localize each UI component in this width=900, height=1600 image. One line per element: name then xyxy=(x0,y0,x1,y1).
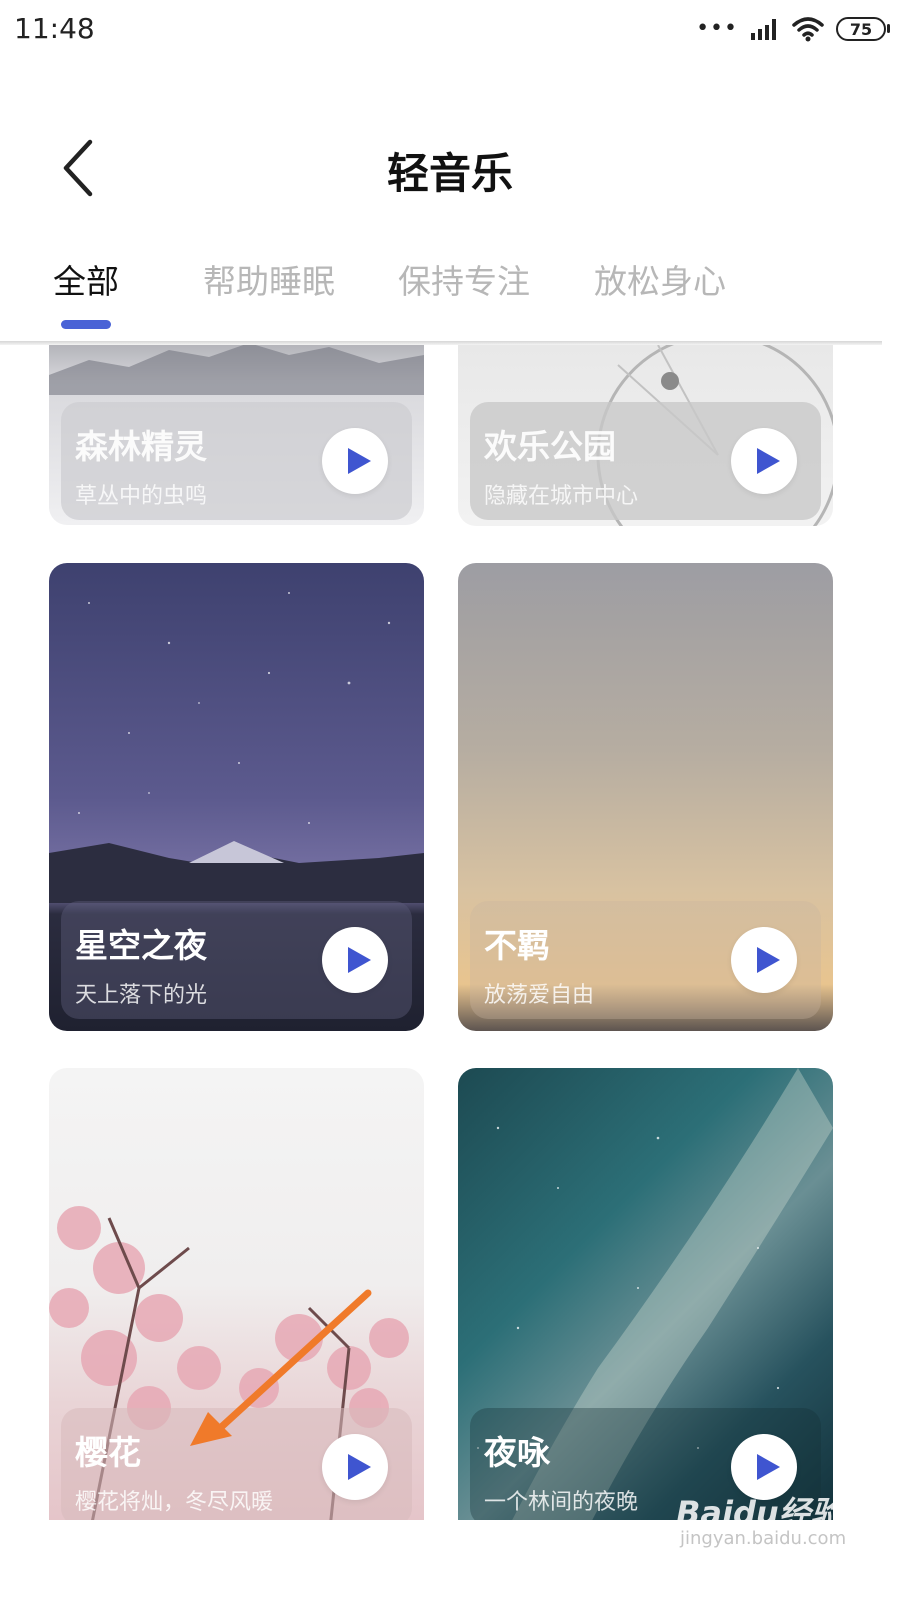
tab-all[interactable]: 全部 xyxy=(53,255,119,303)
card-overlay: 森林精灵 草丛中的虫鸣 xyxy=(61,402,412,520)
card-title: 樱花 xyxy=(75,1433,141,1472)
music-card[interactable]: 夜咏 一个林间的夜晚 xyxy=(458,1068,833,1520)
card-title: 不羁 xyxy=(484,926,550,965)
status-bar: 11:48 ••• 75 xyxy=(0,0,900,62)
category-tabs: 全部 帮助睡眠 保持专注 放松身心 xyxy=(0,255,900,345)
card-subtitle: 隐藏在城市中心 xyxy=(484,484,639,509)
active-tab-indicator xyxy=(61,320,111,329)
play-button[interactable] xyxy=(731,428,797,494)
battery-icon: 75 xyxy=(836,17,890,41)
music-card[interactable]: 不羁 放荡爱自由 xyxy=(458,563,833,1031)
music-card[interactable]: 星空之夜 天上落下的光 xyxy=(49,563,424,1031)
music-card[interactable]: 森林精灵 草丛中的虫鸣 xyxy=(49,345,424,525)
card-subtitle: 放荡爱自由 xyxy=(484,983,595,1008)
watermark-url: jingyan.baidu.com xyxy=(680,1528,847,1549)
card-title: 星空之夜 xyxy=(75,926,207,965)
card-subtitle: 天上落下的光 xyxy=(75,983,208,1008)
more-dots-icon: ••• xyxy=(696,16,738,41)
card-subtitle: 草丛中的虫鸣 xyxy=(75,484,208,509)
signal-icon xyxy=(751,19,776,40)
music-card[interactable]: 樱花 樱花将灿，冬尽风暖 xyxy=(49,1068,424,1520)
card-title: 欢乐公园 xyxy=(484,427,616,466)
tab-focus[interactable]: 保持专注 xyxy=(398,255,530,303)
music-card[interactable]: 欢乐公园 隐藏在城市中心 xyxy=(458,345,833,526)
play-button[interactable] xyxy=(322,927,388,993)
play-button[interactable] xyxy=(731,1434,797,1500)
wifi-icon xyxy=(792,17,824,42)
card-overlay: 欢乐公园 隐藏在城市中心 xyxy=(470,402,821,520)
tab-relax[interactable]: 放松身心 xyxy=(594,255,726,303)
card-overlay: 星空之夜 天上落下的光 xyxy=(61,901,412,1019)
play-button[interactable] xyxy=(322,1434,388,1500)
card-subtitle: 一个林间的夜晚 xyxy=(484,1490,639,1515)
card-subtitle: 樱花将灿，冬尽风暖 xyxy=(75,1490,274,1515)
card-overlay: 夜咏 一个林间的夜晚 xyxy=(470,1408,821,1520)
tab-sleep[interactable]: 帮助睡眠 xyxy=(203,255,335,303)
status-icons: ••• 75 xyxy=(696,14,890,44)
card-title: 夜咏 xyxy=(484,1433,550,1472)
page-title: 轻音乐 xyxy=(386,149,513,198)
card-title: 森林精灵 xyxy=(75,427,207,466)
status-time: 11:48 xyxy=(14,12,95,45)
play-button[interactable] xyxy=(322,428,388,494)
card-overlay: 樱花 樱花将灿，冬尽风暖 xyxy=(61,1408,412,1520)
card-overlay: 不羁 放荡爱自由 xyxy=(470,901,821,1019)
play-button[interactable] xyxy=(731,927,797,993)
music-grid[interactable]: 森林精灵 草丛中的虫鸣 欢乐公园 隐藏在城市中心 星空之夜 天上落下的光 不羁 … xyxy=(0,345,882,1520)
